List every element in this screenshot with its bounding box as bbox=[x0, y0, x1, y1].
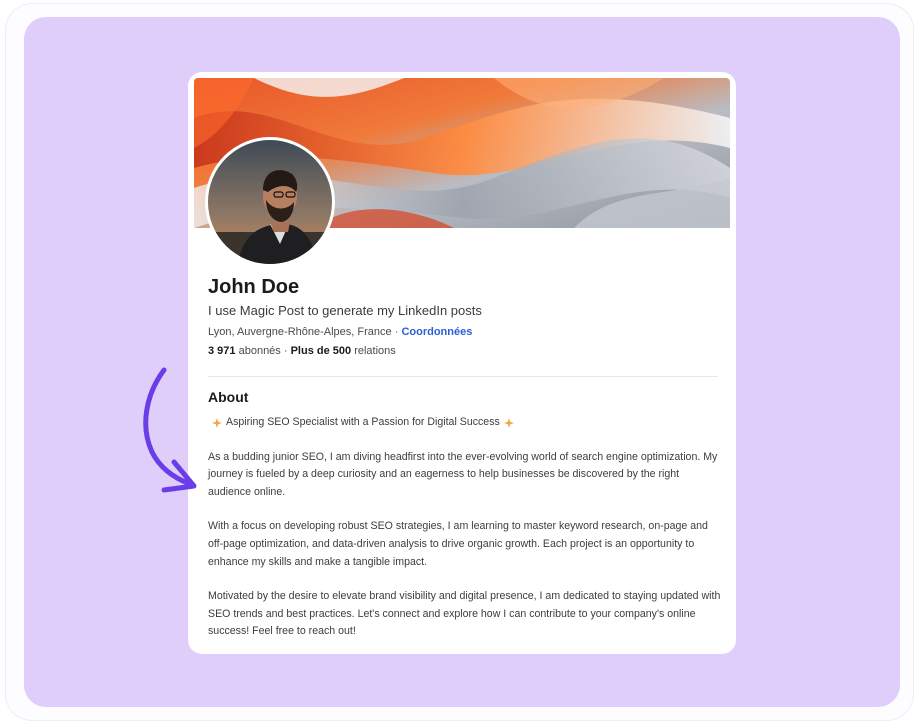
section-divider bbox=[208, 376, 718, 377]
avatar[interactable] bbox=[208, 140, 332, 264]
profile-card: John Doe I use Magic Post to generate my… bbox=[188, 72, 736, 654]
sparkle-star-icon bbox=[212, 417, 222, 428]
about-tagline-text: Aspiring SEO Specialist with a Passion f… bbox=[226, 416, 500, 428]
connections-count[interactable]: Plus de 500 bbox=[291, 345, 352, 357]
location-separator: · bbox=[391, 326, 402, 338]
about-paragraph: As a budding junior SEO, I am diving hea… bbox=[208, 450, 718, 498]
profile-photo bbox=[208, 140, 332, 264]
stats-line: 3 971 abonnés · Plus de 500 relations bbox=[208, 345, 396, 357]
contact-info-link[interactable]: Coordonnées bbox=[401, 326, 472, 338]
stats-separator: · bbox=[280, 345, 291, 357]
sparkle-star-icon bbox=[503, 417, 514, 428]
connections-label[interactable]: relations bbox=[354, 345, 396, 357]
followers-count: 3 971 bbox=[208, 345, 236, 357]
about-tagline: Aspiring SEO Specialist with a Passion f… bbox=[208, 414, 724, 432]
followers-label[interactable]: abonnés bbox=[239, 345, 281, 357]
profile-headline: I use Magic Post to generate my LinkedIn… bbox=[208, 303, 482, 318]
about-paragraph: With a focus on developing robust SEO st… bbox=[208, 520, 708, 568]
location-line: Lyon, Auvergne-Rhône-Alpes, France · Coo… bbox=[208, 326, 472, 338]
profile-name: John Doe bbox=[208, 276, 300, 298]
about-paragraph: Motivated by the desire to elevate brand… bbox=[208, 590, 721, 638]
location-text: Lyon, Auvergne-Rhône-Alpes, France bbox=[208, 326, 392, 338]
about-body: Aspiring SEO Specialist with a Passion f… bbox=[208, 414, 724, 654]
about-title: About bbox=[208, 389, 249, 405]
curved-arrow-icon bbox=[143, 367, 197, 493]
